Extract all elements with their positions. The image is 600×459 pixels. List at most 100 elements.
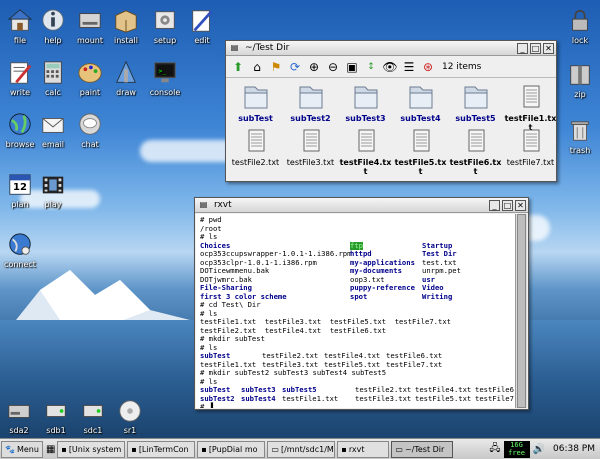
network-icon[interactable]: 🖧: [489, 441, 500, 458]
menu-button[interactable]: 🐾 Menu: [1, 440, 43, 458]
terminal-text: Writing: [422, 291, 453, 301]
sort-icon[interactable]: ↕: [363, 59, 379, 75]
select-icon[interactable]: ☰: [401, 59, 417, 75]
rxvt-title: rxvt: [214, 200, 232, 210]
folder-icon: [228, 84, 283, 112]
folder-item[interactable]: subTest3: [338, 84, 393, 128]
taskbar-task-label: rxvt: [348, 444, 365, 454]
clock: 06:38 PM: [553, 444, 595, 454]
minimize-button[interactable]: _: [517, 42, 528, 54]
text-file-icon: [448, 128, 503, 156]
terminal-text: # ls: [200, 232, 218, 241]
file-item[interactable]: testFile3.txt: [283, 128, 338, 172]
minimize-button[interactable]: _: [489, 199, 500, 211]
text-file-icon: [283, 128, 338, 156]
desktop-icon-label: play: [44, 200, 62, 209]
home-icon[interactable]: ⌂: [249, 59, 265, 75]
terminal-text: # mkdir subTest2 subTest3 subTest4 subTe…: [200, 368, 387, 377]
volume-icon[interactable]: 🔊: [533, 444, 545, 455]
terminal-text: testFile7.txt: [475, 393, 515, 403]
file-item[interactable]: testFile2.txt: [228, 128, 283, 172]
taskbar-task-label: [LinTermCon: [138, 444, 189, 454]
zoom-in-icon[interactable]: ⊕: [306, 59, 322, 75]
terminal-text: testFile1.txt: [282, 393, 339, 403]
maximize-button[interactable]: □: [530, 42, 541, 54]
terminal-output[interactable]: # pwd/root # ls Choices ftp Startup ocp353ccu…: [196, 214, 515, 408]
file-item[interactable]: testFile5.txt: [393, 128, 448, 176]
folder-item[interactable]: subTest4: [393, 84, 448, 128]
refresh-icon[interactable]: ⟳: [287, 59, 303, 75]
file-manager-window[interactable]: ▤ ~/Test Dir _ □ ✕ ⬆ ⌂ ⚑ ⟳ ⊕ ⊖ ▣ ↕ 👁 ☰ ⊛…: [225, 40, 557, 182]
text-file-icon: [338, 128, 393, 156]
maximize-button[interactable]: □: [502, 199, 513, 211]
terminal-line: # mkdir subTest2 subTest3 subTest4 subTe…: [200, 368, 511, 378]
terminal-text: # ▐: [200, 402, 213, 408]
file-item[interactable]: testFile4.txt: [338, 128, 393, 176]
folder-icon: [338, 84, 393, 112]
desktop-icon-chat[interactable]: chat: [65, 112, 115, 150]
taskbar-task[interactable]: ▪ [LinTermCon: [127, 440, 196, 458]
folder-item[interactable]: subTest2: [283, 84, 338, 128]
folder-icon: ▭: [271, 444, 279, 454]
terminal-text: testFile7.txt: [386, 359, 443, 369]
taskbar-task[interactable]: ▪ [Unix system: [57, 440, 126, 458]
desktop-icon-play[interactable]: play: [28, 172, 78, 210]
desktop-icon-edit[interactable]: edit: [177, 8, 227, 46]
details-view-icon[interactable]: ▣: [344, 59, 360, 75]
rxvt-titlebar[interactable]: ▤ rxvt _ □ ✕: [195, 198, 528, 213]
desktop-icon-trash[interactable]: trash: [555, 118, 600, 156]
network-icon: [0, 232, 45, 258]
taskbar-task-label: [/mnt/sdc1/M: [280, 444, 334, 454]
text-file-icon: [393, 128, 448, 156]
folder-icon: ▭: [395, 444, 403, 454]
taskbar-task[interactable]: ▭ ~/Test Dir: [391, 440, 454, 458]
desktop-icon-console[interactable]: >_ console: [140, 60, 190, 98]
desktop-icon-zip[interactable]: zip: [555, 62, 600, 100]
terminal-menu-icon[interactable]: ▤: [198, 200, 209, 211]
desktop-icon-lock[interactable]: lock: [555, 8, 600, 46]
desktop-icon-label: console: [149, 88, 181, 97]
taskbar-task-label: ~/Test Dir: [404, 444, 445, 454]
close-button[interactable]: ✕: [515, 199, 526, 211]
file-grid: subTest subTest2 subTest3 subTest4 subTest5 t…: [226, 78, 558, 176]
taskbar: 🐾 Menu ▦ ▪ [Unix system ▪ [LinTermCon ▪ [PupD…: [0, 438, 600, 459]
desktop-icon-label: chat: [81, 140, 99, 149]
terminal-icon: ▪: [131, 444, 137, 454]
taskbar-task[interactable]: ▪ [PupDial mo: [197, 440, 266, 458]
folder-item[interactable]: subTest: [228, 84, 283, 128]
item-label: subTest2: [290, 114, 331, 123]
chat-icon: [65, 112, 115, 138]
file-manager-title: ~/Test Dir: [245, 43, 290, 53]
task-list: ▪ [Unix system ▪ [LinTermCon ▪ [PupDial mo ▭ [/…: [55, 440, 454, 458]
rxvt-window[interactable]: ▤ rxvt _ □ ✕ # pwd/root # ls Choices ftp Sta…: [194, 197, 529, 410]
file-item[interactable]: testFile7.txt: [503, 128, 558, 172]
terminal-text: testFile5.txt: [415, 393, 472, 403]
desktop-icon-connect[interactable]: connect: [0, 232, 45, 270]
taskbar-task-label: [Unix system: [68, 444, 122, 454]
trash-icon: [555, 118, 600, 144]
folder-item[interactable]: subTest5: [448, 84, 503, 128]
terminal-scrollbar[interactable]: [515, 214, 527, 408]
show-hidden-icon[interactable]: 👁: [382, 59, 398, 75]
bookmark-icon[interactable]: ⚑: [268, 59, 284, 75]
desktop-icon-label: edit: [194, 36, 210, 45]
up-arrow-icon[interactable]: ⬆: [230, 59, 246, 75]
folder-icon: [448, 84, 503, 112]
drive-sr1[interactable]: sr1: [105, 398, 155, 436]
zoom-out-icon[interactable]: ⊖: [325, 59, 341, 75]
file-item[interactable]: testFile1.txt: [503, 84, 558, 132]
close-button[interactable]: ✕: [543, 42, 554, 54]
taskbar-task[interactable]: ▭ [/mnt/sdc1/M: [267, 440, 336, 458]
file-manager-toolbar: ⬆ ⌂ ⚑ ⟳ ⊕ ⊖ ▣ ↕ 👁 ☰ ⊛ 12 items: [226, 56, 556, 78]
dialup-icon: ▪: [201, 444, 207, 454]
scrollbar-thumb[interactable]: [517, 214, 526, 408]
taskbar-task[interactable]: ▪ rxvt: [337, 440, 390, 458]
item-label: subTest3: [345, 114, 386, 123]
folder-menu-icon[interactable]: ▤: [229, 43, 240, 54]
file-manager-titlebar[interactable]: ▤ ~/Test Dir _ □ ✕: [226, 41, 556, 56]
help-icon[interactable]: ⊛: [420, 59, 436, 75]
terminal-text: testFile3.txt: [355, 393, 412, 403]
desktop-icon-label: zip: [574, 90, 586, 99]
desktop-icon[interactable]: ▦: [46, 444, 55, 455]
file-item[interactable]: testFile6.txt: [448, 128, 503, 176]
